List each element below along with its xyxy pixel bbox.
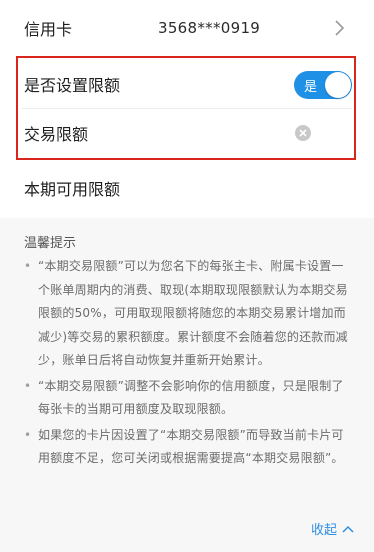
- card-selector-row[interactable]: 信用卡 3568***0919: [0, 0, 374, 56]
- card-label: 信用卡: [24, 20, 73, 39]
- limit-setting-label: 是否设置限额: [24, 76, 121, 95]
- tips-title: 温馨提示: [24, 236, 77, 251]
- tip-item: • “本期交易限额”调整不会影响你的信用额度，只是限制了每张卡的当期可用额度及取…: [22, 375, 352, 422]
- limit-toggle[interactable]: 是: [294, 71, 352, 99]
- bullet-icon: •: [24, 427, 32, 442]
- tip-text: 如果您的卡片因设置了“本期交易限额”而导致当前卡片可用额度不足，您可关闭或根据需…: [38, 427, 344, 466]
- chevron-up-icon: [342, 525, 354, 533]
- collapse-label: 收起: [310, 523, 337, 538]
- bullet-icon: •: [24, 378, 32, 393]
- tips-list: • “本期交易限额”可以为您名下的每张主卡、附属卡设置一个账单周期内的消费、取现…: [22, 255, 352, 473]
- card-number: 3568***0919: [158, 19, 261, 37]
- tip-item: • “本期交易限额”可以为您名下的每张主卡、附属卡设置一个账单周期内的消费、取现…: [22, 255, 352, 373]
- transaction-limit-label: 交易限额: [24, 125, 89, 144]
- toggle-knob: [325, 72, 351, 98]
- bullet-icon: •: [24, 259, 32, 273]
- available-limit-label: 本期可用限额: [24, 180, 121, 199]
- collapse-button[interactable]: 收起: [311, 519, 354, 538]
- clear-icon[interactable]: [295, 125, 311, 141]
- toggle-state-text: 是: [304, 80, 318, 95]
- chevron-right-icon: [335, 20, 345, 36]
- tip-item: • 如果您的卡片因设置了“本期交易限额”而导致当前卡片可用额度不足，您可关闭或根…: [22, 424, 352, 471]
- tip-text: “本期交易限额”可以为您名下的每张主卡、附属卡设置一个账单周期内的消费、取现(本…: [38, 259, 348, 367]
- available-limit-row: 本期可用限额: [0, 166, 374, 210]
- transaction-limit-row[interactable]: 交易限额: [0, 108, 374, 158]
- tip-text: “本期交易限额”调整不会影响你的信用额度，只是限制了每张卡的当期可用额度及取现限…: [38, 378, 344, 417]
